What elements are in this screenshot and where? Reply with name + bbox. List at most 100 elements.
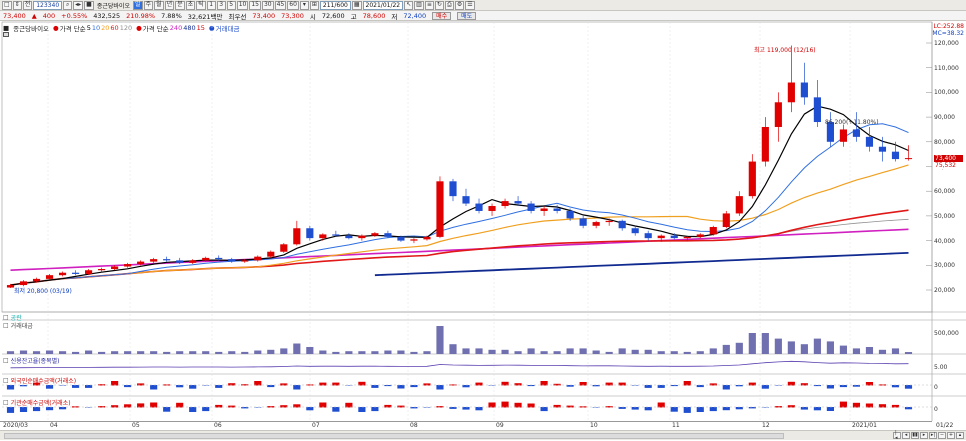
candle-body bbox=[865, 136, 874, 147]
first-icon[interactable]: |◂ bbox=[893, 430, 901, 440]
volume-bar bbox=[280, 348, 288, 354]
up-icon[interactable]: ▴ bbox=[956, 432, 964, 439]
candle-body bbox=[514, 201, 522, 204]
volume-bar bbox=[124, 351, 132, 354]
volume-bar bbox=[579, 348, 587, 354]
inst-net-bar bbox=[722, 407, 730, 411]
inst-net-bar bbox=[189, 407, 197, 412]
panel-box-icon[interactable]: □ bbox=[3, 322, 9, 329]
inst-net-bar bbox=[6, 407, 15, 413]
foreign-net-bar bbox=[215, 385, 223, 388]
candle-body bbox=[345, 235, 353, 239]
scroll-thumb[interactable] bbox=[4, 433, 784, 439]
credit-panel-text: 신용잔고율(종목별) bbox=[10, 358, 60, 365]
volume-bar bbox=[163, 351, 171, 354]
candle-body bbox=[787, 82, 795, 103]
inst-net-bar bbox=[904, 407, 913, 410]
foreign-net-bar bbox=[436, 385, 444, 390]
candle-body bbox=[878, 146, 887, 152]
inst-net-bar bbox=[618, 407, 626, 409]
inst-net-bar bbox=[449, 407, 457, 409]
foreign-net-bar bbox=[150, 385, 158, 390]
inst-net-bar bbox=[800, 407, 808, 410]
y-tick-label: 60,000 bbox=[934, 188, 955, 196]
candle-body bbox=[527, 203, 535, 211]
foreign-net-bar bbox=[826, 385, 834, 389]
inst-net-bar bbox=[735, 407, 743, 410]
candle-body bbox=[371, 233, 379, 236]
candle-body bbox=[592, 222, 600, 226]
y-tick-label: 80,000 bbox=[934, 138, 955, 146]
panel-box-icon[interactable]: □ bbox=[3, 399, 9, 406]
candle-body bbox=[449, 181, 457, 197]
foreign-panel-text: 외국인순매수금액(거래소) bbox=[10, 378, 77, 385]
zoom-out-icon[interactable]: − bbox=[938, 432, 946, 439]
candle-body bbox=[267, 251, 275, 257]
volume-bar bbox=[358, 351, 366, 354]
volume-bar bbox=[98, 351, 106, 354]
candle-body bbox=[45, 275, 54, 279]
foreign-net-bar bbox=[85, 385, 93, 388]
candle-body bbox=[410, 239, 418, 241]
x-label-09: 09 bbox=[496, 422, 504, 429]
volume-bar bbox=[488, 349, 496, 354]
panel-box-icon[interactable]: □ bbox=[3, 377, 9, 384]
volume-bar bbox=[657, 351, 665, 354]
panel-box-icon[interactable]: □ bbox=[3, 314, 9, 321]
candle-body bbox=[254, 256, 262, 261]
volume-bar bbox=[462, 348, 470, 354]
foreign-net-bar bbox=[371, 385, 379, 388]
foreign-net-bar bbox=[71, 385, 80, 388]
prev-icon[interactable]: ◂ bbox=[902, 432, 910, 439]
volume-bar bbox=[891, 348, 900, 354]
inst-net-bar bbox=[202, 407, 210, 412]
inst-net-bar bbox=[58, 407, 67, 410]
candle-body bbox=[293, 228, 301, 245]
candle-body bbox=[748, 161, 756, 197]
candle-body bbox=[332, 234, 340, 236]
zoom-in-icon[interactable]: + bbox=[947, 432, 955, 439]
volume-bar bbox=[605, 351, 613, 354]
foreign-net-bar bbox=[267, 385, 275, 388]
low-annotation: 최저 20,800 (03/19) bbox=[14, 288, 72, 295]
inst-net-bar bbox=[306, 407, 314, 411]
foreign-panel-label: □ 외국인순매수금액(거래소) bbox=[3, 376, 76, 385]
pause-icon[interactable]: ▮▮ bbox=[911, 432, 919, 439]
volume-bar bbox=[371, 351, 379, 354]
candle-body bbox=[904, 158, 913, 160]
next-icon[interactable]: ▸ bbox=[920, 432, 928, 439]
candle-body bbox=[384, 233, 392, 237]
volume-bar bbox=[813, 338, 821, 354]
candle-body bbox=[462, 196, 470, 204]
foreign-net-bar bbox=[293, 385, 301, 390]
last-icon[interactable]: ▸| bbox=[929, 432, 937, 439]
volume-bar bbox=[865, 347, 874, 354]
nav-buttons: |◂ ◂ ▮▮ ▸ ▸| − + ▴ bbox=[893, 430, 964, 440]
date-axis: 2020/03 04 05 06 07 08 09 10 11 12 2021/… bbox=[0, 421, 953, 429]
candle-body bbox=[58, 272, 67, 276]
foreign-net-bar bbox=[839, 385, 848, 388]
x-label-2020-03: 2020/03 bbox=[3, 422, 28, 429]
volume-bar bbox=[111, 351, 119, 354]
foreign-net-bar bbox=[176, 385, 184, 388]
candle-body bbox=[683, 236, 691, 239]
candle-body bbox=[423, 236, 431, 240]
volume-bar bbox=[436, 326, 444, 354]
volume-bar bbox=[826, 341, 834, 354]
panel-box-icon[interactable]: □ bbox=[3, 357, 9, 364]
inst-net-bar bbox=[813, 407, 821, 411]
candle-body bbox=[813, 97, 821, 123]
candle-body bbox=[176, 260, 184, 263]
candle-body bbox=[631, 228, 639, 234]
volume-bar bbox=[839, 345, 848, 354]
volume-bar bbox=[527, 348, 535, 354]
inst-net-bar bbox=[670, 407, 678, 412]
volume-bar bbox=[332, 351, 340, 354]
inst-net-bar bbox=[32, 407, 41, 412]
x-label-01-22: 01/22 bbox=[936, 422, 954, 429]
volume-bar bbox=[592, 350, 600, 354]
volume-bar bbox=[514, 351, 522, 354]
volume-bar bbox=[631, 349, 639, 354]
credit-axis-label: 5.00 bbox=[934, 364, 948, 371]
x-label-10: 10 bbox=[590, 422, 598, 429]
